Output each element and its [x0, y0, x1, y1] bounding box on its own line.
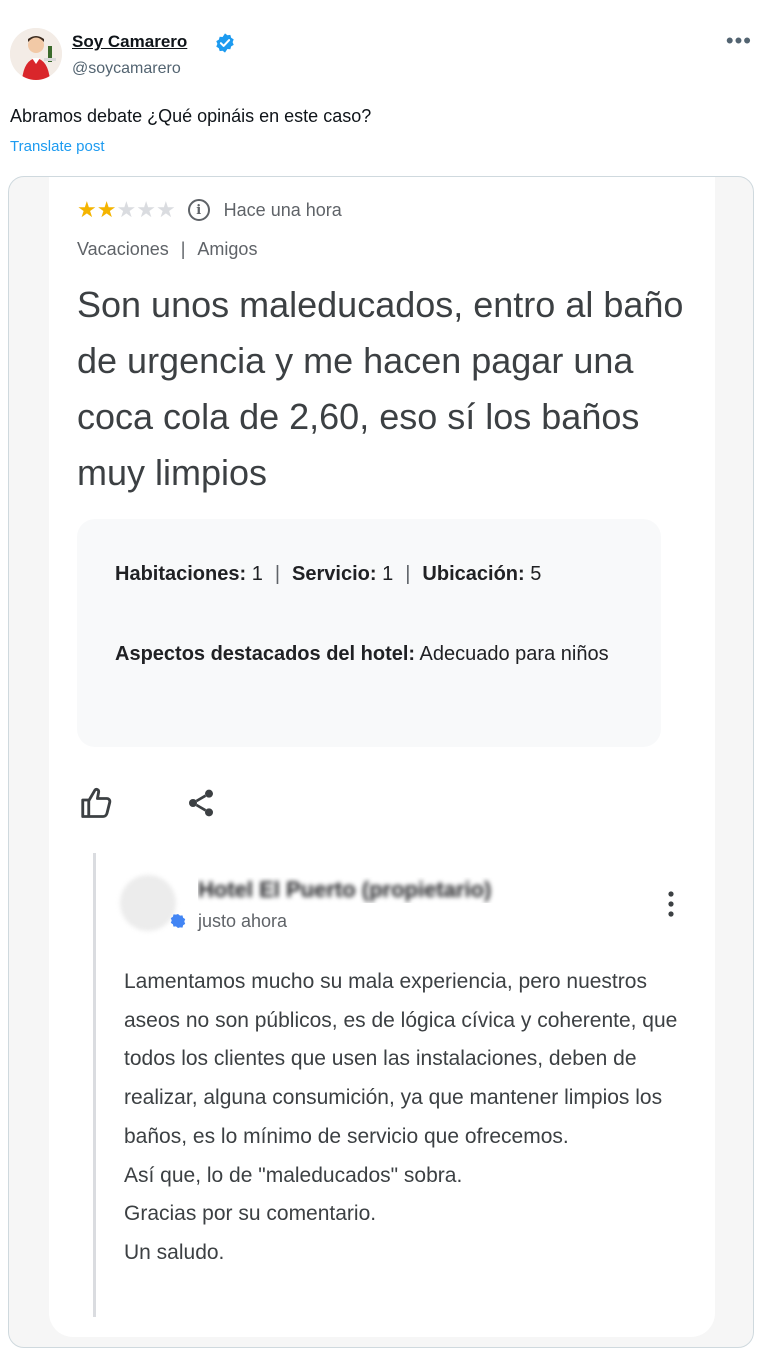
- handle[interactable]: @soycamarero: [72, 60, 181, 78]
- sub-rating-service: Servicio: 1: [292, 563, 394, 585]
- thumbs-up-icon[interactable]: [79, 785, 115, 821]
- highlights-label: Aspectos destacados del hotel:: [115, 643, 416, 665]
- tag-trip-type: Vacaciones: [77, 239, 169, 259]
- hotel-highlights: Aspectos destacados del hotel: Adecuado …: [115, 637, 635, 671]
- tweet-header: Soy Camarero @soycamarero •••: [10, 28, 758, 84]
- star-icon: ★: [136, 197, 156, 222]
- verified-badge-icon: [216, 33, 234, 53]
- media-card[interactable]: ★ ★ ★ ★ ★ i Hace una hora Vacaciones | A…: [8, 176, 754, 1348]
- sub-ratings-box: Habitaciones: 1 | Servicio: 1 | Ubicació…: [77, 519, 661, 747]
- sub-rating-rooms: Habitaciones: 1: [115, 563, 263, 585]
- reply-text: Lamentamos mucho su mala experiencia, pe…: [124, 970, 678, 1264]
- sub-rating-location: Ubicación: 5: [422, 563, 542, 585]
- share-icon[interactable]: [185, 785, 217, 821]
- verified-owner-icon: [170, 914, 186, 928]
- star-icon: ★: [77, 197, 97, 222]
- translate-post-link[interactable]: Translate post: [10, 138, 105, 155]
- review-time: Hace una hora: [223, 199, 342, 220]
- avatar[interactable]: [10, 28, 62, 80]
- display-name[interactable]: Soy Camarero: [72, 32, 187, 52]
- owner-name[interactable]: Hotel El Puerto (propietario): [198, 877, 538, 903]
- tag-companions: Amigos: [197, 239, 258, 259]
- reply-time: justo ahora: [198, 911, 288, 931]
- star-icon: ★: [155, 197, 176, 222]
- rating-row: ★ ★ ★ ★ ★ i Hace una hora: [77, 197, 342, 223]
- star-icon: ★: [116, 197, 137, 222]
- star-icon: ★: [96, 197, 117, 222]
- rating-separator: |: [405, 563, 411, 585]
- tweet-text: Abramos debate ¿Qué opináis en este caso…: [10, 106, 372, 126]
- rating-separator: |: [274, 563, 281, 585]
- more-vertical-icon[interactable]: [668, 891, 674, 917]
- trip-tags: Vacaciones | Amigos: [77, 239, 257, 260]
- sub-ratings: Habitaciones: 1 | Servicio: 1 | Ubicació…: [115, 563, 541, 586]
- info-icon[interactable]: i: [187, 199, 210, 221]
- review-body: Son unos maleducados, entro al baño de u…: [77, 284, 684, 493]
- owner-avatar[interactable]: [120, 875, 176, 931]
- highlights-value: Adecuado para niños: [419, 643, 609, 665]
- tag-separator: |: [180, 239, 186, 259]
- review-card: ★ ★ ★ ★ ★ i Hace una hora Vacaciones | A…: [49, 177, 715, 1337]
- owner-reply: Hotel El Puerto (propietario) justo ahor…: [93, 853, 693, 1317]
- more-horizontal-icon[interactable]: •••: [726, 30, 752, 52]
